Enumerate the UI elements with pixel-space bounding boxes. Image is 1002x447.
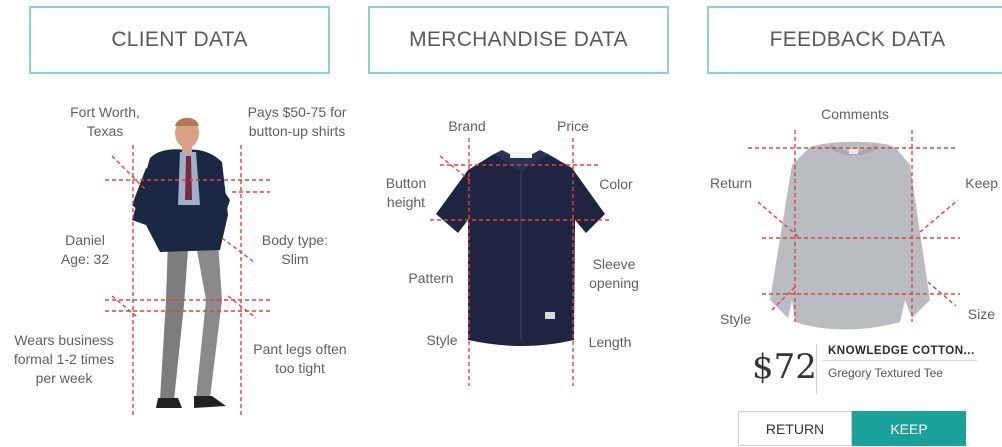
client-body-type-label: Body type: Slim xyxy=(261,232,329,267)
merch-brand-label: Brand xyxy=(448,118,486,134)
client-business-label: Wears business formal 1-2 times per week xyxy=(13,332,115,386)
product-divider xyxy=(816,344,817,394)
return-button[interactable]: RETURN xyxy=(738,411,852,446)
product-subtitle: Gregory Textured Tee xyxy=(828,366,943,380)
feedback-style-label: Style xyxy=(720,311,752,327)
feedback-size-label: Size xyxy=(967,306,995,322)
merch-style-label: Style xyxy=(426,332,458,348)
feedback-comments-label: Comments xyxy=(821,106,889,122)
merch-button-height-label: Button height xyxy=(385,175,427,210)
client-price-label: Pays $50-75 for button-up shirts xyxy=(247,104,347,139)
merch-sleeve-opening-label: Sleeve opening xyxy=(589,256,639,291)
client-pant-legs-label: Pant legs often too tight xyxy=(253,341,347,376)
product-price: $72 xyxy=(752,347,817,387)
merch-pattern-label: Pattern xyxy=(408,270,454,286)
keep-button[interactable]: KEEP xyxy=(852,411,966,446)
client-name-age-label: Daniel Age: 32 xyxy=(60,232,110,267)
feedback-return-label: Return xyxy=(710,175,753,191)
product-name-underline xyxy=(822,360,977,361)
merch-price-label: Price xyxy=(557,118,589,134)
sweater-figure xyxy=(770,141,930,330)
merch-color-label: Color xyxy=(599,176,633,192)
feedback-keep-label: Keep xyxy=(965,175,998,191)
merch-length-label: Length xyxy=(588,334,632,350)
shirt-figure xyxy=(436,150,605,346)
product-name: KNOWLEDGE COTTON... xyxy=(828,345,975,357)
client-location-label: Fort Worth, Texas xyxy=(70,104,140,139)
man-figure xyxy=(132,117,230,408)
